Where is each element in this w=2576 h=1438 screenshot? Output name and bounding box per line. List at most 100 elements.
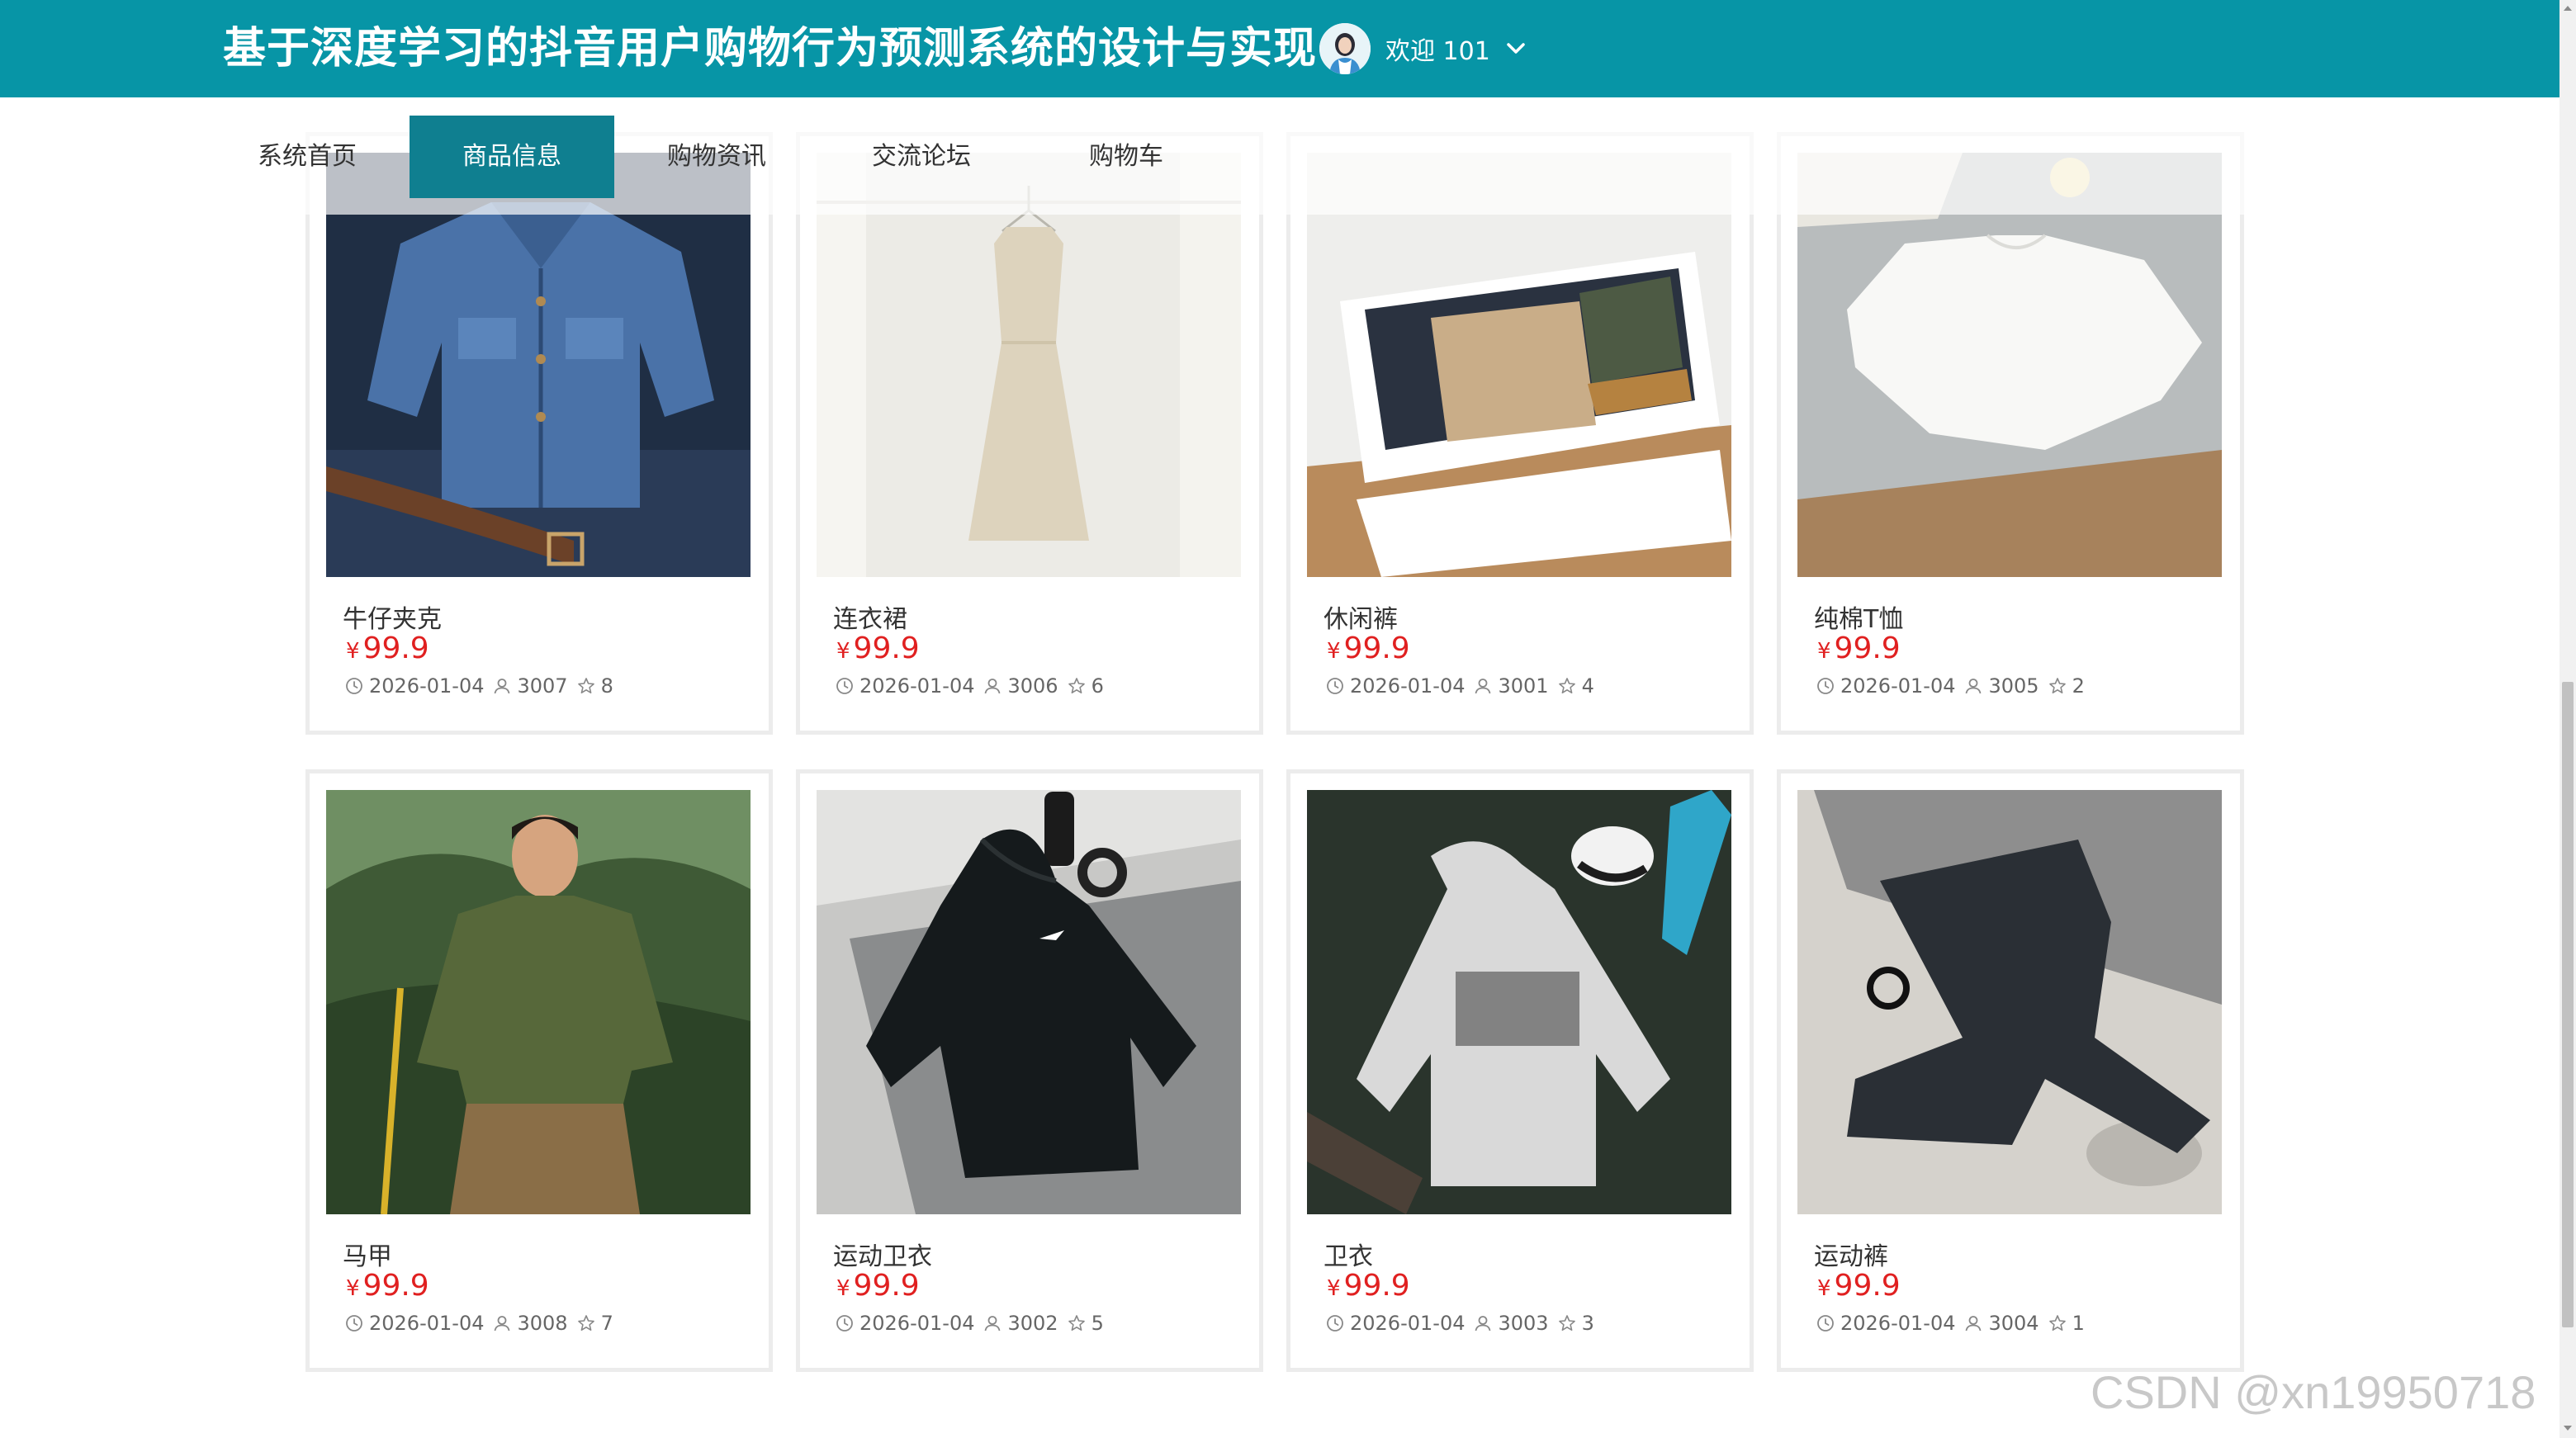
meta-date: 2026-01-04	[344, 674, 484, 698]
currency-symbol: ¥	[1817, 639, 1831, 664]
product-image-grey-hoodie[interactable]	[1307, 790, 1731, 1214]
user-id: 3006	[1007, 674, 1058, 698]
product-name[interactable]: 连衣裙	[833, 598, 907, 635]
clock-icon	[1327, 678, 1343, 694]
price-value: 99.9	[362, 631, 429, 665]
nav-item-forum[interactable]: 交流论坛	[819, 116, 1024, 198]
favorite-count: 3	[1581, 1312, 1594, 1335]
user-id: 3002	[1007, 1312, 1058, 1335]
product-price: ¥99.9	[836, 1269, 920, 1303]
site-title: 基于深度学习的抖音用户购物行为预测系统的设计与实现	[223, 24, 1318, 73]
meta-user: 3002	[983, 1312, 1058, 1335]
product-meta: 2026-01-04 3004 1	[1816, 1312, 2085, 1335]
product-image-black-hoodie[interactable]	[817, 790, 1241, 1214]
product-image-dress[interactable]	[817, 153, 1241, 577]
price-value: 99.9	[853, 631, 920, 665]
product-price: ¥99.9	[1817, 1269, 1901, 1303]
clock-icon	[1327, 1315, 1343, 1332]
meta-favorites[interactable]: 3	[1557, 1312, 1594, 1335]
favorite-count: 2	[2072, 674, 2085, 698]
post-date: 2026-01-04	[369, 1312, 485, 1335]
product-name[interactable]: 运动卫衣	[833, 1236, 932, 1272]
star-icon[interactable]	[1557, 676, 1577, 696]
user-menu[interactable]: 欢迎 101	[1319, 21, 1527, 76]
product-card[interactable]: 休闲裤 ¥99.9 2026-01-04 3001 4	[1286, 132, 1754, 735]
vertical-scrollbar[interactable]	[2559, 0, 2576, 1438]
star-icon[interactable]	[576, 1313, 596, 1333]
meta-favorites[interactable]: 6	[1067, 674, 1104, 698]
product-card[interactable]: 运动裤 ¥99.9 2026-01-04 3004 1	[1777, 769, 2244, 1372]
star-icon[interactable]	[1067, 1313, 1087, 1333]
star-icon[interactable]	[2048, 676, 2067, 696]
user-id: 3007	[517, 674, 568, 698]
meta-favorites[interactable]: 8	[576, 674, 613, 698]
nav-item-news[interactable]: 购物资讯	[614, 116, 819, 198]
product-card[interactable]: 卫衣 ¥99.9 2026-01-04 3003 3	[1286, 769, 1754, 1372]
product-image-white-tshirt[interactable]	[1797, 153, 2222, 577]
meta-user: 3003	[1473, 1312, 1549, 1335]
product-meta: 2026-01-04 3007 8	[344, 674, 613, 698]
user-icon	[495, 679, 510, 694]
nav-item-cart[interactable]: 购物车	[1024, 116, 1229, 198]
star-icon[interactable]	[1067, 676, 1087, 696]
currency-symbol: ¥	[346, 639, 360, 664]
meta-user: 3008	[492, 1312, 568, 1335]
post-date: 2026-01-04	[1840, 1312, 1956, 1335]
product-card[interactable]: 连衣裙 ¥99.9 2026-01-04 3006 6	[796, 132, 1263, 735]
currency-symbol: ¥	[346, 1276, 360, 1301]
product-card[interactable]: 纯棉T恤 ¥99.9 2026-01-04 3005 2	[1777, 132, 2244, 735]
product-price: ¥99.9	[1817, 631, 1901, 665]
meta-date: 2026-01-04	[835, 1312, 974, 1335]
meta-favorites[interactable]: 1	[2048, 1312, 2085, 1335]
user-id: 3004	[1988, 1312, 2039, 1335]
user-icon	[985, 1316, 1001, 1332]
meta-favorites[interactable]: 4	[1557, 674, 1594, 698]
chevron-down-icon[interactable]	[1505, 38, 1527, 59]
product-meta: 2026-01-04 3003 3	[1325, 1312, 1594, 1335]
favorite-count: 4	[1581, 674, 1594, 698]
post-date: 2026-01-04	[859, 1312, 975, 1335]
watermark: CSDN @xn19950718	[2091, 1366, 2536, 1418]
currency-symbol: ¥	[836, 1276, 850, 1301]
nav-item-home[interactable]: 系统首页	[205, 116, 410, 198]
scroll-up-arrow-icon[interactable]	[2563, 3, 2573, 13]
product-price: ¥99.9	[1327, 1269, 1410, 1303]
star-icon[interactable]	[1557, 1313, 1577, 1333]
meta-favorites[interactable]: 2	[2048, 674, 2085, 698]
product-image-casual-pants[interactable]	[1307, 153, 1731, 577]
scroll-down-arrow-icon[interactable]	[2563, 1423, 2573, 1433]
product-image-sport-pants[interactable]	[1797, 790, 2222, 1214]
product-name[interactable]: 休闲裤	[1324, 598, 1398, 635]
product-card[interactable]: 马甲 ¥99.9 2026-01-04 3008 7	[305, 769, 773, 1372]
product-name[interactable]: 运动裤	[1814, 1236, 1888, 1272]
product-image-denim-jacket[interactable]	[326, 153, 751, 577]
star-icon[interactable]	[576, 676, 596, 696]
post-date: 2026-01-04	[1350, 1312, 1466, 1335]
product-name[interactable]: 卫衣	[1324, 1236, 1373, 1272]
price-value: 99.9	[853, 1269, 920, 1303]
meta-date: 2026-01-04	[344, 1312, 484, 1335]
meta-favorites[interactable]: 5	[1067, 1312, 1104, 1335]
product-image-vest[interactable]	[326, 790, 751, 1214]
price-value: 99.9	[1834, 1269, 1901, 1303]
meta-date: 2026-01-04	[1325, 674, 1465, 698]
product-name[interactable]: 牛仔夹克	[343, 598, 442, 635]
price-value: 99.9	[1834, 631, 1901, 665]
product-name[interactable]: 马甲	[343, 1236, 392, 1272]
nav-item-products[interactable]: 商品信息	[410, 116, 614, 198]
product-price: ¥99.9	[1327, 631, 1410, 665]
product-card[interactable]: 牛仔夹克 ¥99.9 2026-01-04 3007 8	[305, 132, 773, 735]
currency-symbol: ¥	[1327, 1276, 1341, 1301]
star-icon[interactable]	[2048, 1313, 2067, 1333]
clock-icon	[1817, 1315, 1834, 1332]
meta-favorites[interactable]: 7	[576, 1312, 613, 1335]
meta-date: 2026-01-04	[1816, 674, 1955, 698]
currency-symbol: ¥	[836, 639, 850, 664]
user-avatar[interactable]	[1319, 23, 1371, 74]
scrollbar-thumb[interactable]	[2562, 682, 2574, 1327]
welcome-text[interactable]: 欢迎 101	[1385, 31, 1490, 67]
favorite-count: 1	[2072, 1312, 2085, 1335]
main-nav: 系统首页 商品信息 购物资讯 交流论坛 购物车	[205, 116, 1229, 198]
product-name[interactable]: 纯棉T恤	[1814, 598, 1903, 635]
product-card[interactable]: 运动卫衣 ¥99.9 2026-01-04 3002 5	[796, 769, 1263, 1372]
